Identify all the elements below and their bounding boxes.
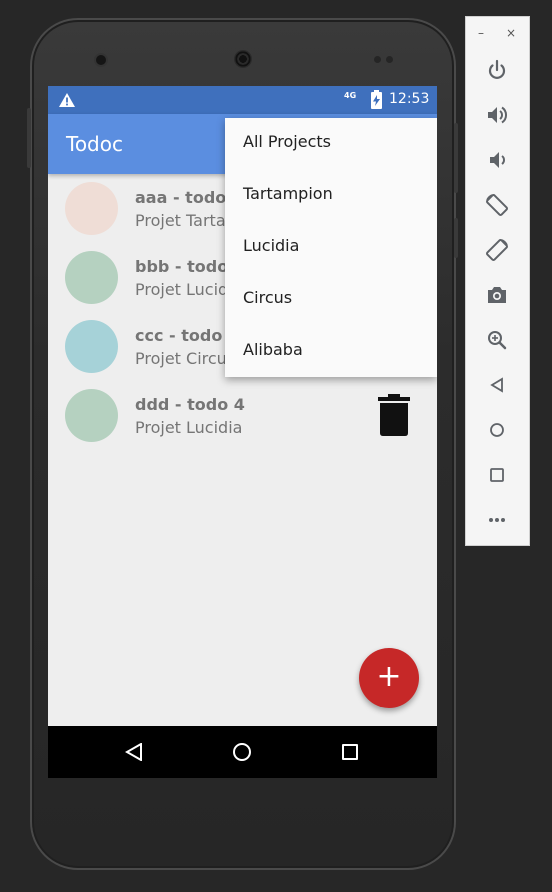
overview-icon bbox=[490, 468, 504, 482]
menu-item-circus[interactable]: Circus bbox=[225, 274, 437, 326]
volume-down-button[interactable] bbox=[484, 147, 510, 173]
task-title: ddd - todo 4 bbox=[135, 395, 245, 414]
menu-item-label: Tartampion bbox=[243, 184, 333, 203]
more-button[interactable] bbox=[484, 507, 510, 533]
volume-up-button[interactable] bbox=[484, 102, 510, 128]
menu-item-alibaba[interactable]: Alibaba bbox=[225, 326, 437, 378]
status-time: 12:53 bbox=[389, 91, 430, 107]
close-button[interactable]: × bbox=[506, 26, 516, 40]
project-color-dot bbox=[65, 182, 118, 235]
task-project: Projet Lucidia bbox=[135, 418, 243, 437]
volume-down-icon bbox=[490, 152, 505, 168]
home-icon bbox=[490, 423, 504, 437]
rotate-left-button[interactable] bbox=[484, 192, 510, 218]
device-screen: 4G 12:53 Todoc aaa - todo 1 Projet Tarta… bbox=[48, 86, 437, 778]
warning-icon bbox=[59, 93, 75, 107]
menu-item-label: Lucidia bbox=[243, 236, 300, 255]
project-color-dot bbox=[65, 389, 118, 442]
menu-item-label: Circus bbox=[243, 288, 293, 307]
menu-item-all-projects[interactable]: All Projects bbox=[225, 118, 437, 170]
minimize-button[interactable]: – bbox=[478, 26, 484, 40]
back-icon[interactable] bbox=[125, 743, 143, 761]
charging-bolt-icon bbox=[373, 95, 380, 106]
front-camera bbox=[96, 55, 106, 65]
rotate-left-icon bbox=[486, 194, 508, 216]
battery-icon bbox=[371, 90, 382, 109]
camera-icon bbox=[488, 287, 506, 303]
earpiece-speaker bbox=[234, 50, 252, 68]
proximity-sensor bbox=[374, 56, 381, 63]
volume-up-icon bbox=[488, 106, 508, 124]
menu-item-label: All Projects bbox=[243, 132, 331, 151]
screenshot-button[interactable] bbox=[484, 282, 510, 308]
project-filter-menu: All Projects Tartampion Lucidia Circus A… bbox=[225, 118, 437, 377]
zoom-button[interactable] bbox=[484, 327, 510, 353]
task-row[interactable]: ddd - todo 4 Projet Lucidia bbox=[48, 381, 437, 450]
navigation-bar bbox=[48, 726, 437, 778]
menu-item-lucidia[interactable]: Lucidia bbox=[225, 222, 437, 274]
zoom-icon bbox=[488, 331, 507, 350]
task-project: Projet Circus bbox=[135, 349, 236, 368]
phone-power-button bbox=[454, 218, 458, 258]
rotate-right-button[interactable] bbox=[484, 237, 510, 263]
status-bar: 4G 12:53 bbox=[48, 86, 437, 114]
network-type: 4G bbox=[344, 91, 357, 100]
menu-item-tartampion[interactable]: Tartampion bbox=[225, 170, 437, 222]
delete-icon[interactable] bbox=[378, 394, 410, 436]
power-button[interactable] bbox=[484, 57, 510, 83]
home-icon[interactable] bbox=[233, 743, 251, 761]
add-task-button[interactable]: + bbox=[359, 648, 419, 708]
light-sensor bbox=[386, 56, 393, 63]
rotate-right-icon bbox=[486, 239, 508, 261]
overview-button[interactable] bbox=[484, 462, 510, 488]
task-title: ccc - todo 3 bbox=[135, 326, 240, 345]
recents-icon[interactable] bbox=[342, 744, 358, 760]
power-icon bbox=[488, 59, 506, 79]
project-color-dot bbox=[65, 320, 118, 373]
home-button[interactable] bbox=[484, 417, 510, 443]
phone-side-button bbox=[27, 108, 31, 168]
back-icon bbox=[490, 377, 503, 393]
project-color-dot bbox=[65, 251, 118, 304]
phone-volume-button bbox=[454, 123, 458, 193]
back-button[interactable] bbox=[484, 372, 510, 398]
app-title: Todoc bbox=[66, 132, 123, 156]
menu-item-label: Alibaba bbox=[243, 340, 303, 359]
emulator-toolbar: – × bbox=[465, 16, 530, 546]
more-icon bbox=[489, 518, 505, 522]
